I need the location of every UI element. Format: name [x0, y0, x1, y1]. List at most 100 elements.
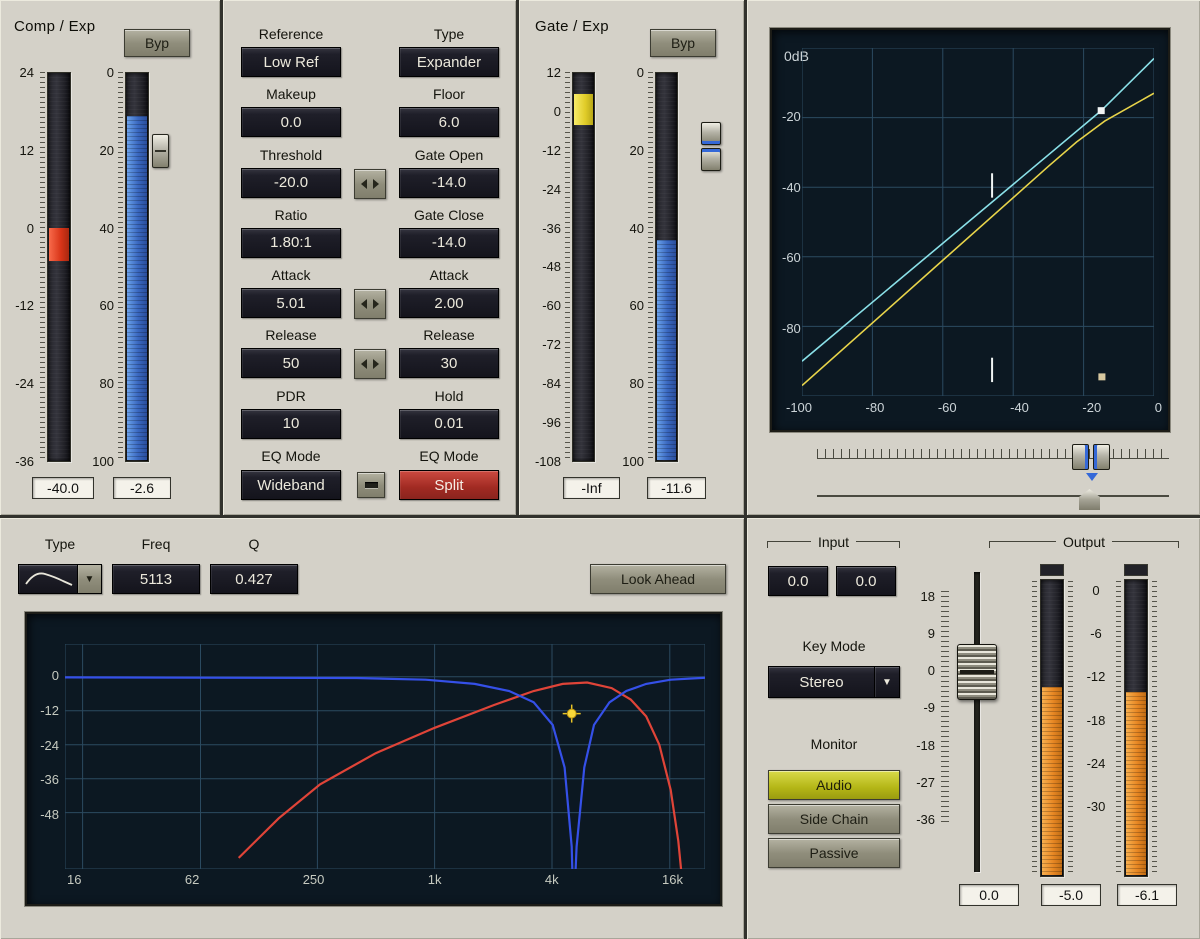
param-value-button[interactable]: 0.0 — [241, 107, 341, 137]
param-label: Hold — [435, 388, 464, 404]
eq-mode-split-button[interactable]: Split — [399, 470, 499, 500]
eq-type-dropdown[interactable]: ▼ — [18, 564, 102, 594]
eq-q-label: Q — [210, 536, 298, 552]
tick-label: -24 — [1077, 756, 1115, 771]
handle-groove — [155, 150, 166, 152]
transfer-screen: 0dB -20-40-60-80 -100-80-60-4 — [770, 28, 1170, 432]
fader-track[interactable] — [974, 572, 980, 872]
tick-label: 40 — [86, 221, 114, 236]
monitor-audio-button[interactable]: Audio — [768, 770, 900, 800]
gate-close-handle[interactable] — [701, 148, 721, 171]
tick-label: -18 — [905, 738, 935, 753]
monitor-side-chain-button[interactable]: Side Chain — [768, 804, 900, 834]
comp-transfer-curve[interactable] — [802, 58, 1154, 361]
tick-label: -60 — [938, 400, 957, 415]
param-row: Hold 0.01 — [395, 384, 503, 444]
param-value-button[interactable]: -14.0 — [399, 228, 499, 258]
transfer-plot[interactable] — [802, 48, 1154, 396]
eq-mode-wideband-button[interactable]: Wideband — [241, 470, 341, 500]
tick-label: 80 — [86, 376, 114, 391]
param-value-button[interactable]: Expander — [399, 47, 499, 77]
output-meter-right-cap — [1124, 564, 1148, 576]
param-value-button[interactable]: 2.00 — [399, 288, 499, 318]
threshold-slider-handles[interactable] — [1072, 444, 1112, 472]
floor-slider-handle[interactable] — [1079, 489, 1100, 510]
monitor-passive-button[interactable]: Passive — [768, 838, 900, 868]
gate-bypass-button[interactable]: Byp — [650, 29, 716, 57]
right-arrow-icon — [373, 359, 379, 369]
eq-band-handle[interactable] — [563, 705, 581, 723]
attack-link-button[interactable] — [354, 289, 386, 319]
param-value-button[interactable]: 10 — [241, 409, 341, 439]
input-right-value[interactable]: 0.0 — [836, 566, 896, 596]
param-label: Floor — [433, 86, 465, 102]
tick-label: -84 — [525, 376, 561, 391]
param-value-button[interactable]: Low Ref — [241, 47, 341, 77]
output-scale: 0-6-12-18-24-30 — [1077, 583, 1115, 814]
param-value-button[interactable]: -14.0 — [399, 168, 499, 198]
comp-bypass-button[interactable]: Byp — [124, 29, 190, 57]
io-section: Input 0.0 0.0 Key Mode Stereo ▼ Monitor … — [747, 518, 1200, 939]
tick-label: 12 — [525, 65, 561, 80]
comp-level-ticks — [118, 72, 123, 462]
param-value-button[interactable]: 0.01 — [399, 409, 499, 439]
slider-handle-left[interactable] — [1072, 444, 1089, 470]
param-value-button[interactable]: 30 — [399, 348, 499, 378]
param-value-button[interactable]: 5.01 — [241, 288, 341, 318]
output-fader-knob[interactable] — [957, 644, 997, 700]
slider-arrow-icon — [1086, 473, 1098, 481]
gate-gr-ticks — [565, 72, 570, 462]
key-mode-dropdown[interactable]: Stereo ▼ — [768, 666, 900, 698]
gate-transfer-curve[interactable] — [802, 93, 1154, 385]
tick-label: -27 — [905, 775, 935, 790]
param-row: Reference Low Ref — [237, 22, 345, 82]
param-value-button[interactable]: 1.80:1 — [241, 228, 341, 258]
eq-mode-link-button[interactable] — [357, 472, 385, 498]
output-left-readout: -5.0 — [1041, 884, 1101, 906]
comp-gr-scale: 24120-12-24-36 — [2, 65, 34, 469]
release-link-button[interactable] — [354, 349, 386, 379]
eq-q-value[interactable]: 0.427 — [210, 564, 298, 594]
handle-dot-icon[interactable] — [567, 709, 576, 718]
curve-handle[interactable] — [1098, 107, 1105, 114]
tick-label: -18 — [1077, 713, 1115, 728]
param-value-button[interactable]: 6.0 — [399, 107, 499, 137]
main-notch-curve[interactable] — [65, 677, 705, 869]
tick-label: -12 — [2, 298, 34, 313]
output-right-readout: -6.1 — [1117, 884, 1177, 906]
eq-section: Type Freq Q ▼ 5113 0.427 Look Ahead 0-12… — [0, 518, 744, 939]
tick-label: 0 — [1077, 583, 1115, 598]
tick-label: 40 — [614, 221, 644, 236]
input-left-value[interactable]: 0.0 — [768, 566, 828, 596]
plot-border — [802, 48, 1154, 396]
param-value-button[interactable]: 50 — [241, 348, 341, 378]
tick-label: -9 — [905, 700, 935, 715]
comp-threshold-handle[interactable] — [152, 134, 169, 168]
bracket-line — [1112, 541, 1179, 548]
tick-label: 20 — [614, 143, 644, 158]
eq-type-label: Type — [18, 536, 102, 552]
gate-level-scale: 020406080100 — [614, 65, 644, 469]
output-right-fill — [1126, 692, 1146, 875]
param-row: Type Expander — [395, 22, 503, 82]
look-ahead-button[interactable]: Look Ahead — [590, 564, 726, 594]
gate-open-handle[interactable] — [701, 122, 721, 145]
eq-x-scale: 16622501k4k16k — [67, 872, 683, 887]
curve-handle-square-icon[interactable] — [1098, 107, 1105, 114]
gate-open-close-handles[interactable] — [701, 122, 721, 172]
tick-label: -30 — [1077, 799, 1115, 814]
param-value-button[interactable]: -20.0 — [241, 168, 341, 198]
threshold-link-button[interactable] — [354, 169, 386, 199]
dropdown-arrow-icon[interactable]: ▼ — [77, 565, 101, 593]
output-left-fill — [1042, 687, 1062, 875]
eq-freq-value[interactable]: 5113 — [112, 564, 200, 594]
slider-handle-right[interactable] — [1093, 444, 1110, 470]
param-row: Makeup 0.0 — [237, 82, 345, 142]
eq-plot[interactable] — [65, 644, 705, 869]
floor-marker-icon[interactable] — [1098, 373, 1105, 380]
gate-level-ticks — [648, 72, 653, 462]
dropdown-arrow-icon[interactable]: ▼ — [874, 667, 899, 697]
tick-label: -108 — [525, 454, 561, 469]
input-group: Input — [767, 534, 900, 550]
fader-ticks — [941, 591, 949, 825]
